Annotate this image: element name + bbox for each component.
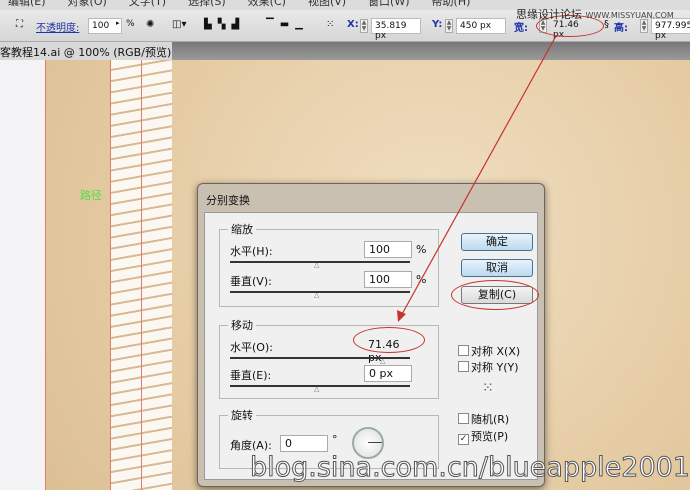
watermark-bottom: blog.sina.com.cn/blueapple2001 (249, 452, 690, 484)
annotation-arrow (397, 35, 557, 322)
